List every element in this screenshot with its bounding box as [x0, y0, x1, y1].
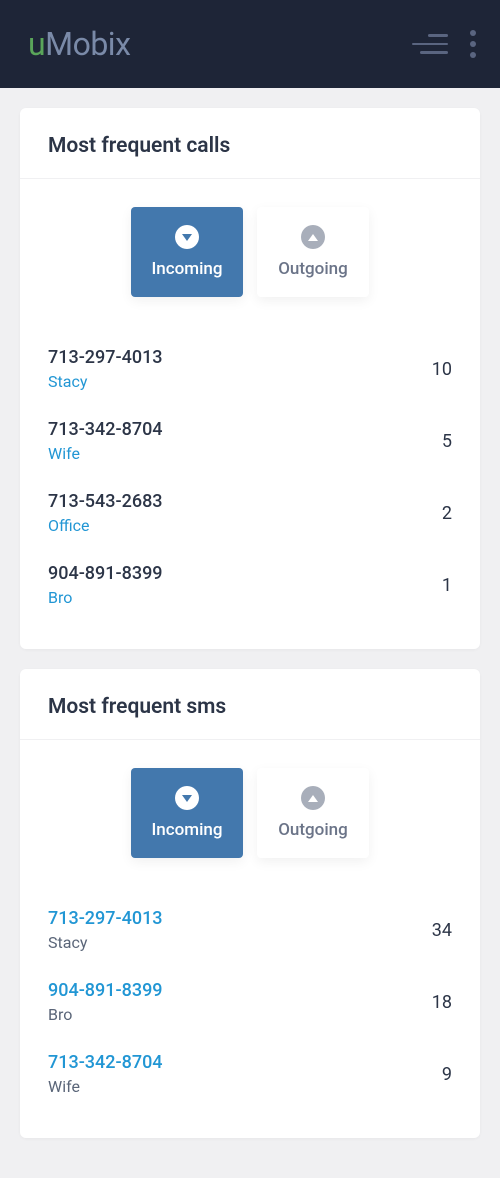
contact-name: Bro	[48, 588, 163, 607]
contact-name: Stacy	[48, 372, 163, 391]
incoming-icon	[175, 786, 199, 810]
incoming-icon	[175, 225, 199, 249]
sms-count: 34	[432, 920, 452, 941]
sms-count: 9	[442, 1064, 452, 1085]
tab-label: Outgoing	[278, 259, 348, 279]
phone-number: 904-891-8399	[48, 980, 163, 1001]
list-item-info: 713-342-8704 Wife	[48, 419, 163, 463]
more-options-icon[interactable]	[470, 30, 476, 58]
list-item[interactable]: 713-342-8704 Wife 9	[48, 1038, 452, 1110]
call-count: 5	[442, 431, 452, 452]
list-item[interactable]: 904-891-8399 Bro 1	[48, 549, 452, 621]
contact-name: Bro	[48, 1005, 163, 1024]
logo-prefix: u	[28, 25, 45, 63]
call-count: 1	[442, 575, 452, 596]
tab-outgoing-calls[interactable]: Outgoing	[257, 207, 369, 297]
outgoing-icon	[301, 225, 325, 249]
header-actions	[412, 30, 476, 58]
list-item-info: 713-342-8704 Wife	[48, 1052, 163, 1096]
sms-count: 18	[432, 992, 452, 1013]
list-item-info: 713-543-2683 Office	[48, 491, 163, 535]
list-item[interactable]: 713-543-2683 Office 2	[48, 477, 452, 549]
call-count: 2	[442, 503, 452, 524]
phone-number: 713-297-4013	[48, 347, 163, 368]
calls-card-title: Most frequent calls	[48, 134, 452, 158]
sms-card-title: Most frequent sms	[48, 695, 452, 719]
list-item[interactable]: 904-891-8399 Bro 18	[48, 966, 452, 1038]
calls-tabs: Incoming Outgoing	[20, 179, 480, 333]
tab-label: Incoming	[151, 820, 222, 840]
list-item-info: 713-297-4013 Stacy	[48, 347, 163, 391]
list-item-info: 904-891-8399 Bro	[48, 980, 163, 1024]
sms-card: Most frequent sms Incoming Outgoing 713-…	[20, 669, 480, 1138]
sms-list: 713-297-4013 Stacy 34 904-891-8399 Bro 1…	[20, 894, 480, 1138]
main-content: Most frequent calls Incoming Outgoing 71…	[0, 88, 500, 1178]
sms-tabs: Incoming Outgoing	[20, 740, 480, 894]
app-logo: uMobix	[28, 25, 130, 63]
list-item[interactable]: 713-297-4013 Stacy 34	[48, 894, 452, 966]
menu-icon[interactable]	[412, 34, 448, 54]
list-item-info: 713-297-4013 Stacy	[48, 908, 163, 952]
contact-name: Wife	[48, 1077, 163, 1096]
contact-name: Office	[48, 516, 163, 535]
app-header: uMobix	[0, 0, 500, 88]
tab-outgoing-sms[interactable]: Outgoing	[257, 768, 369, 858]
calls-card: Most frequent calls Incoming Outgoing 71…	[20, 108, 480, 649]
list-item-info: 904-891-8399 Bro	[48, 563, 163, 607]
calls-card-header: Most frequent calls	[20, 108, 480, 179]
list-item[interactable]: 713-297-4013 Stacy 10	[48, 333, 452, 405]
tab-label: Incoming	[151, 259, 222, 279]
phone-number: 904-891-8399	[48, 563, 163, 584]
tab-incoming-sms[interactable]: Incoming	[131, 768, 243, 858]
list-item[interactable]: 713-342-8704 Wife 5	[48, 405, 452, 477]
tab-label: Outgoing	[278, 820, 348, 840]
phone-number: 713-342-8704	[48, 1052, 163, 1073]
phone-number: 713-543-2683	[48, 491, 163, 512]
contact-name: Stacy	[48, 933, 163, 952]
logo-suffix: Mobix	[45, 25, 130, 63]
contact-name: Wife	[48, 444, 163, 463]
phone-number: 713-342-8704	[48, 419, 163, 440]
outgoing-icon	[301, 786, 325, 810]
sms-card-header: Most frequent sms	[20, 669, 480, 740]
phone-number: 713-297-4013	[48, 908, 163, 929]
calls-list: 713-297-4013 Stacy 10 713-342-8704 Wife …	[20, 333, 480, 649]
tab-incoming-calls[interactable]: Incoming	[131, 207, 243, 297]
call-count: 10	[432, 359, 452, 380]
